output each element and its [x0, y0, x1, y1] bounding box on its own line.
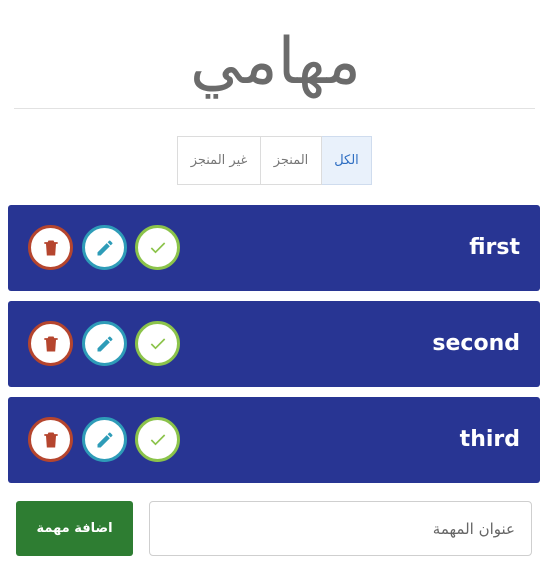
filter-done-tab[interactable]: المنجز	[260, 136, 322, 185]
delete-task-button[interactable]	[28, 417, 73, 462]
trash-icon	[43, 432, 58, 447]
task-title: second	[432, 331, 520, 356]
edit-task-button[interactable]	[82, 225, 127, 270]
task-title: third	[459, 427, 520, 452]
task-item: first	[8, 205, 540, 291]
task-title-input[interactable]	[149, 501, 532, 556]
filter-tabs: الكل المنجز غير المنجز	[175, 136, 372, 185]
task-item: third	[8, 397, 540, 483]
complete-task-button[interactable]	[135, 321, 180, 366]
edit-task-button[interactable]	[82, 417, 127, 462]
check-icon	[150, 337, 165, 349]
edit-task-button[interactable]	[82, 321, 127, 366]
filter-all-tab[interactable]: الكل	[321, 136, 372, 185]
delete-task-button[interactable]	[28, 225, 73, 270]
complete-task-button[interactable]	[135, 225, 180, 270]
pencil-icon	[97, 431, 113, 447]
delete-task-button[interactable]	[28, 321, 73, 366]
task-item: second	[8, 301, 540, 387]
check-icon	[150, 241, 165, 253]
add-task-button[interactable]: اضافة مهمة	[16, 501, 133, 556]
filter-undone-tab[interactable]: غير المنجز	[177, 136, 261, 185]
trash-icon	[43, 240, 58, 255]
trash-icon	[43, 336, 58, 351]
page-title: مهامي	[190, 25, 361, 99]
complete-task-button[interactable]	[135, 417, 180, 462]
check-icon	[150, 433, 165, 445]
pencil-icon	[97, 335, 113, 351]
pencil-icon	[97, 239, 113, 255]
title-divider	[14, 108, 535, 109]
task-title: first	[469, 235, 520, 260]
